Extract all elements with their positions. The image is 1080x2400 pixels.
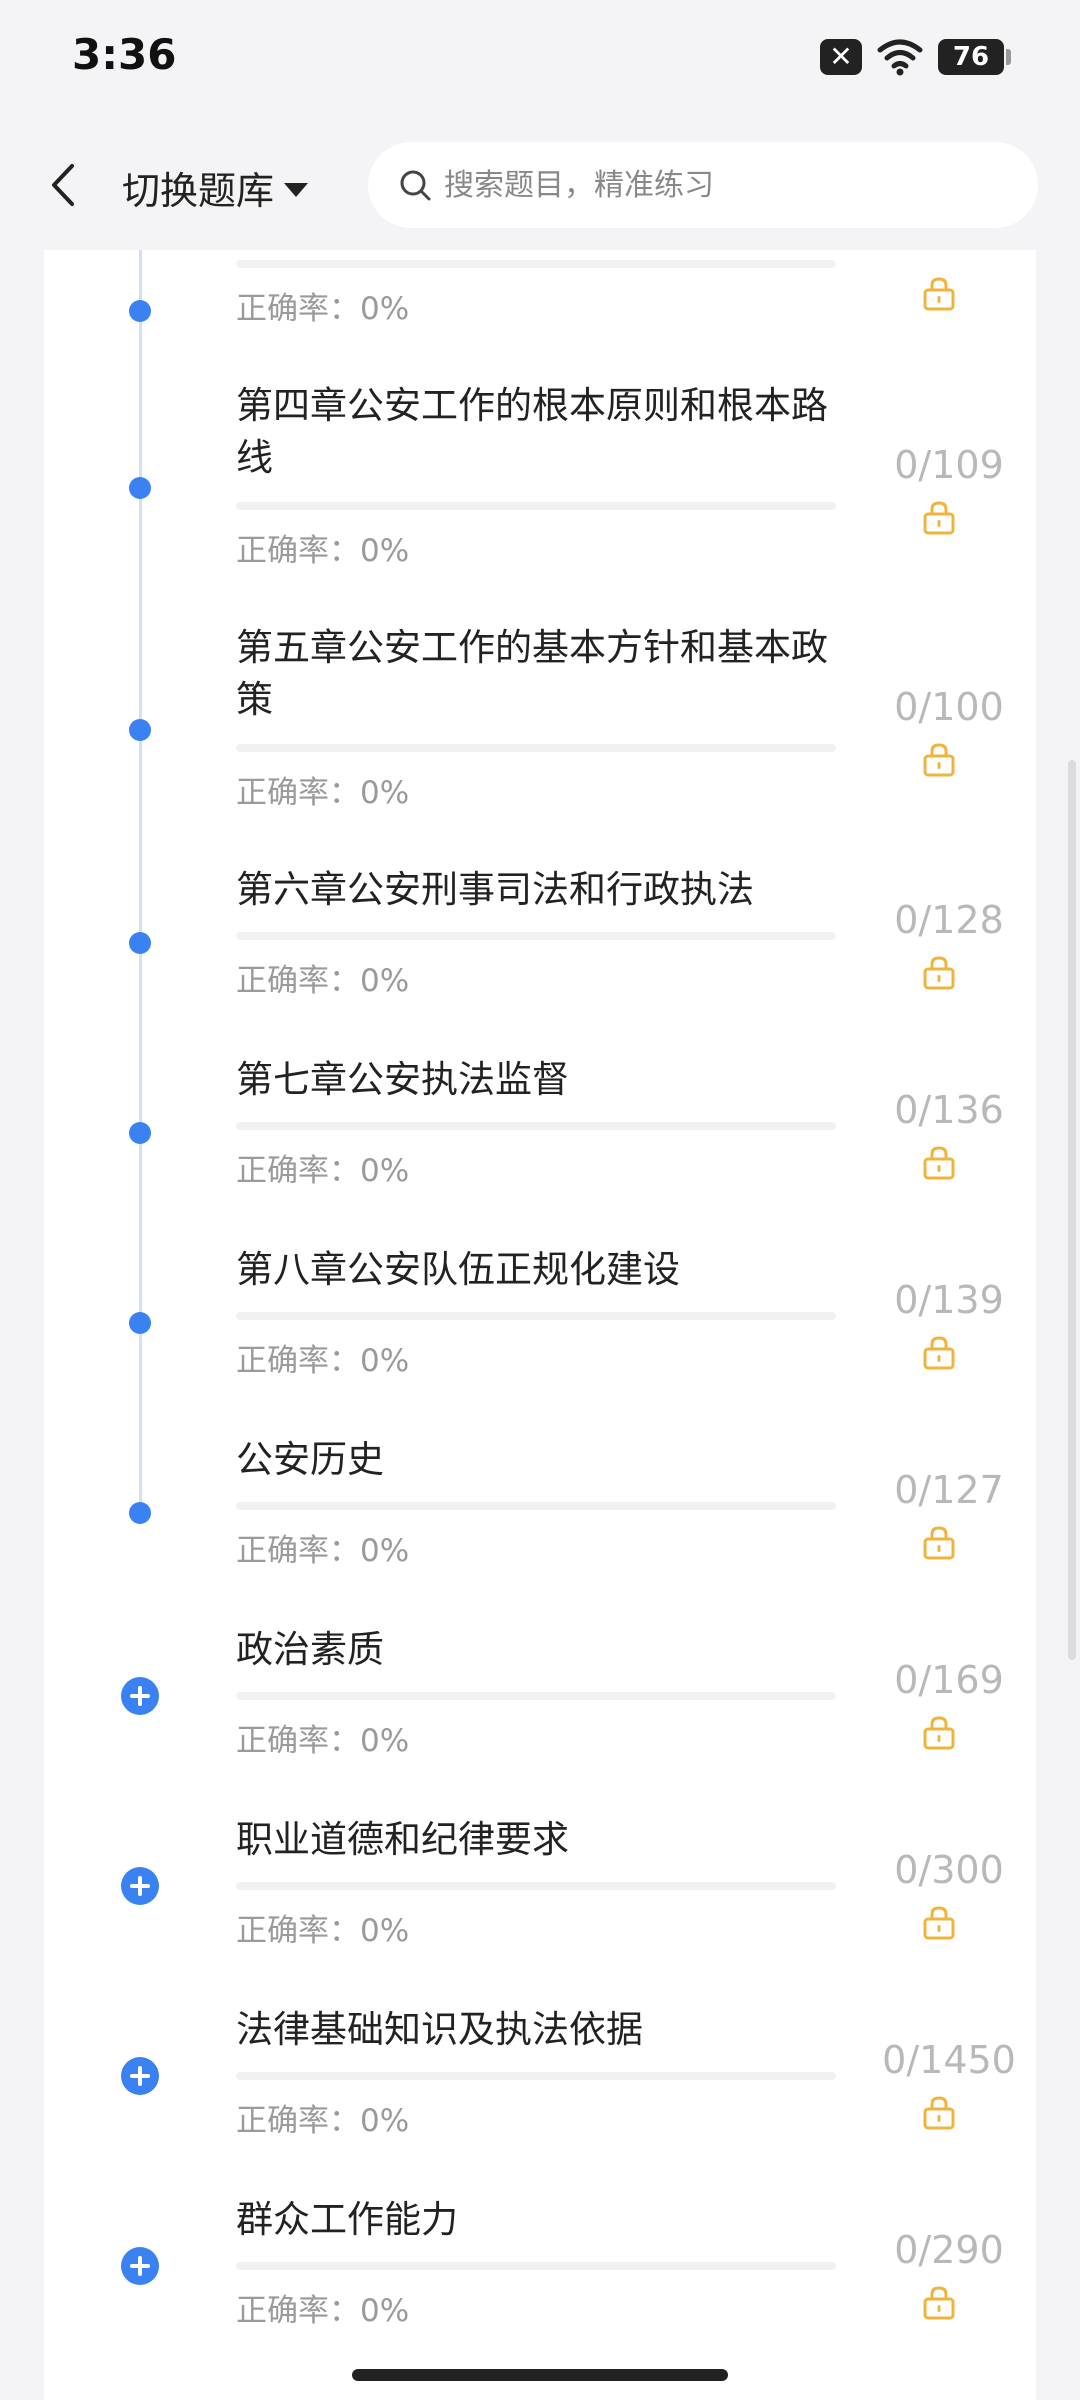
progress-bar [236, 1692, 836, 1700]
question-count: 0/1450 [882, 2038, 1016, 2082]
progress-bar [236, 1312, 836, 1320]
progress-bar [236, 1502, 836, 1510]
question-count: 0/100 [894, 685, 1004, 729]
lock-icon[interactable] [920, 740, 958, 778]
progress-bar [236, 1882, 836, 1890]
accuracy-text: 正确率：0% [236, 1533, 410, 1569]
lock-icon[interactable] [920, 2283, 958, 2321]
switch-question-bank-button[interactable]: 切换题库 [122, 160, 309, 215]
status-time: 3:36 [72, 30, 177, 79]
progress-bar [236, 744, 836, 752]
lock-icon[interactable] [920, 953, 958, 991]
chapter-list: 正确率：0% 第四章公安工作的根本原则和根本路线 正确率：0% 0/109 第五… [44, 250, 1036, 2400]
question-count: 0/136 [894, 1088, 1004, 1132]
search-input[interactable] [442, 166, 1006, 204]
progress-bar [236, 2262, 836, 2270]
chapter-title[interactable]: 群众工作能力 [236, 2194, 846, 2246]
search-icon [400, 170, 431, 201]
battery-indicator: 76 [938, 39, 1011, 75]
lock-icon[interactable] [920, 1143, 958, 1181]
chapter-title[interactable]: 第七章公安执法监督 [236, 1054, 846, 1106]
back-icon[interactable] [38, 158, 92, 212]
status-bar: 3:36 ✕ 76 [0, 0, 1080, 120]
chapter-title[interactable]: 法律基础知识及执法依据 [236, 2004, 846, 2056]
question-count: 0/109 [894, 443, 1004, 487]
accuracy-text: 正确率：0% [236, 2103, 410, 2139]
chapter-title[interactable]: 第八章公安队伍正规化建设 [236, 1244, 846, 1296]
accuracy-text: 正确率：0% [236, 2293, 410, 2329]
accuracy-text: 正确率：0% [236, 1343, 410, 1379]
expand-plus-icon[interactable] [121, 2057, 159, 2095]
lock-icon[interactable] [920, 1903, 958, 1941]
timeline-dot [129, 1122, 151, 1144]
chapter-title[interactable]: 公安历史 [236, 1434, 846, 1486]
lock-icon[interactable] [920, 274, 958, 312]
chapter-title[interactable]: 第四章公安工作的根本原则和根本路线 [236, 380, 846, 484]
chapter-title[interactable]: 政治素质 [236, 1624, 846, 1676]
expand-plus-icon[interactable] [121, 2247, 159, 2285]
question-count: 0/128 [894, 898, 1004, 942]
question-count: 0/300 [894, 1848, 1004, 1892]
accuracy-text: 正确率：0% [236, 963, 410, 999]
accuracy-text: 正确率：0% [236, 1723, 410, 1759]
progress-bar [236, 260, 836, 268]
accuracy-text: 正确率：0% [236, 291, 410, 327]
caret-down-icon [284, 182, 309, 197]
question-count: 0/169 [894, 1658, 1004, 1702]
progress-bar [236, 502, 836, 510]
chapter-title[interactable]: 职业道德和纪律要求 [236, 1814, 846, 1866]
timeline-dot [129, 300, 151, 322]
accuracy-text: 正确率：0% [236, 533, 410, 569]
lock-icon[interactable] [920, 498, 958, 536]
switch-question-bank-label: 切换题库 [122, 169, 275, 213]
timeline-dot [129, 719, 151, 741]
status-icons: ✕ 76 [820, 38, 1011, 76]
no-sim-icon: ✕ [820, 39, 862, 75]
chapter-title[interactable]: 第五章公安工作的基本方针和基本政策 [236, 622, 846, 726]
timeline-dot [129, 1312, 151, 1334]
question-count: 0/139 [894, 1278, 1004, 1322]
accuracy-text: 正确率：0% [236, 1913, 410, 1949]
expand-plus-icon[interactable] [121, 1677, 159, 1715]
top-bar: 切换题库 [0, 120, 1080, 250]
home-indicator[interactable] [352, 2369, 728, 2381]
expand-plus-icon[interactable] [121, 1867, 159, 1905]
accuracy-text: 正确率：0% [236, 775, 410, 811]
lock-icon[interactable] [920, 1523, 958, 1561]
progress-bar [236, 932, 836, 940]
timeline-dot [129, 932, 151, 954]
progress-bar [236, 2072, 836, 2080]
lock-icon[interactable] [920, 1713, 958, 1751]
lock-icon[interactable] [920, 1333, 958, 1371]
chapter-title[interactable]: 第六章公安刑事司法和行政执法 [236, 864, 846, 916]
search-box[interactable] [368, 142, 1038, 228]
question-count: 0/127 [894, 1468, 1004, 1512]
wifi-icon [877, 39, 923, 76]
scrollbar[interactable] [1068, 760, 1076, 1660]
accuracy-text: 正确率：0% [236, 1153, 410, 1189]
lock-icon[interactable] [920, 2093, 958, 2131]
timeline-dot [129, 1502, 151, 1524]
timeline-dot [129, 477, 151, 499]
question-count: 0/290 [894, 2228, 1004, 2272]
progress-bar [236, 1122, 836, 1130]
